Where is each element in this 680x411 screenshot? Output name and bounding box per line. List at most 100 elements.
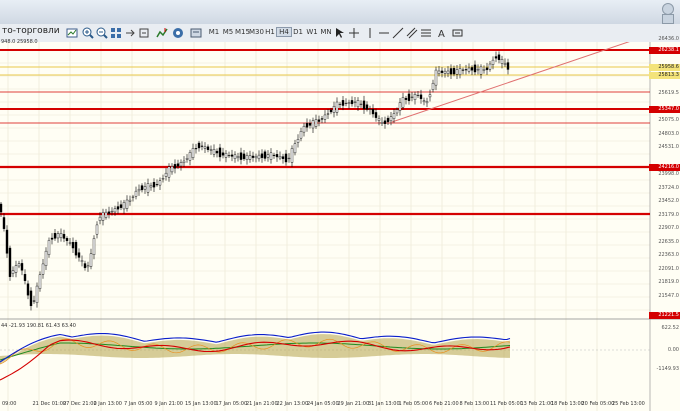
candle-body bbox=[104, 211, 108, 218]
candle-body bbox=[377, 118, 381, 121]
candle-body bbox=[284, 153, 288, 163]
zoom-out-icon[interactable] bbox=[96, 27, 108, 39]
candle-body bbox=[95, 224, 99, 235]
candle-body bbox=[239, 152, 243, 160]
new-chart-icon[interactable] bbox=[66, 27, 78, 39]
candle-body bbox=[347, 102, 351, 104]
vertical-line-icon[interactable] bbox=[364, 27, 376, 39]
price-label: 22635.0 bbox=[658, 238, 679, 245]
price-label: 23998.0 bbox=[658, 171, 679, 177]
time-label: 9 Jan 21:00 bbox=[154, 401, 183, 407]
templates-icon[interactable] bbox=[190, 27, 202, 39]
candle-body bbox=[44, 250, 48, 266]
candle-body bbox=[167, 166, 171, 178]
tile-windows-icon[interactable] bbox=[110, 27, 122, 39]
candle-body bbox=[344, 102, 348, 104]
candle-body bbox=[311, 120, 315, 129]
candle-body bbox=[101, 212, 105, 221]
candle-body bbox=[0, 203, 3, 213]
price-label: 21819.0 bbox=[658, 279, 679, 285]
candle-body bbox=[488, 63, 492, 70]
price-label: 24531.0 bbox=[658, 144, 679, 150]
candle-body bbox=[11, 270, 15, 274]
candle-body bbox=[173, 164, 177, 169]
candle-body bbox=[86, 265, 90, 268]
time-label: 25 Feb 13:00 bbox=[612, 401, 645, 407]
candle-body bbox=[494, 56, 498, 59]
restore-icon[interactable] bbox=[662, 14, 674, 24]
scroll-icon[interactable] bbox=[124, 27, 136, 39]
time-label: 15 Jan 13:00 bbox=[185, 401, 217, 407]
candle-body bbox=[113, 208, 117, 213]
candle-body bbox=[122, 202, 126, 210]
price-label: 25958.6 bbox=[649, 64, 680, 71]
price-label: 21547.0 bbox=[658, 292, 679, 299]
time-label: 18 Feb 13:00 bbox=[551, 401, 584, 407]
time-label: 13 Feb 21:00 bbox=[520, 401, 554, 407]
price-label: 24803.0 bbox=[658, 130, 679, 137]
candle-body bbox=[119, 204, 123, 208]
candle-body bbox=[32, 300, 36, 302]
chart-window[interactable]: 948.0 25958.0 44 -21.93 190.81 61.43 63.… bbox=[0, 36, 680, 411]
trendline-icon[interactable] bbox=[392, 27, 404, 39]
candle-body bbox=[152, 182, 156, 188]
horizontal-line-icon[interactable] bbox=[378, 27, 390, 39]
candle-body bbox=[89, 253, 93, 267]
candle-body bbox=[197, 142, 201, 149]
time-label: 27 Dec 21:00 bbox=[63, 401, 97, 407]
crosshair-icon[interactable] bbox=[348, 27, 360, 39]
candle-body bbox=[368, 108, 372, 110]
candle-body bbox=[38, 274, 42, 289]
candle-body bbox=[155, 184, 159, 186]
candle-body bbox=[503, 63, 507, 65]
candle-body bbox=[416, 94, 420, 96]
candle-body bbox=[245, 155, 249, 160]
candle-body bbox=[290, 148, 294, 163]
label-icon[interactable] bbox=[452, 27, 464, 39]
candle-body bbox=[224, 153, 228, 158]
candle-body bbox=[71, 242, 75, 249]
time-label: 31 Jan 13:00 bbox=[368, 401, 400, 407]
price-label: 25619.5 bbox=[658, 90, 679, 96]
autoscroll-icon[interactable] bbox=[138, 27, 150, 39]
candle-body bbox=[389, 116, 393, 122]
candle-body bbox=[362, 100, 366, 110]
candle-body bbox=[308, 122, 312, 126]
price-chart[interactable] bbox=[0, 42, 680, 411]
text-icon[interactable]: A bbox=[436, 27, 448, 39]
zoom-in-icon[interactable] bbox=[82, 27, 94, 39]
candle-body bbox=[320, 118, 324, 120]
candle-body bbox=[266, 154, 270, 158]
candle-body bbox=[452, 68, 456, 75]
time-label: 21 Jan 21:00 bbox=[246, 401, 278, 407]
candle-body bbox=[98, 216, 102, 221]
indicators-icon[interactable] bbox=[156, 27, 168, 39]
candle-body bbox=[371, 109, 375, 115]
candle-body bbox=[137, 188, 141, 192]
candle-body bbox=[158, 180, 162, 186]
candle-body bbox=[506, 62, 510, 70]
candle-body bbox=[497, 54, 501, 60]
candle-body bbox=[323, 114, 327, 120]
candle-body bbox=[470, 67, 474, 71]
timeframe-mn[interactable]: MN bbox=[318, 27, 334, 37]
candle-body bbox=[116, 206, 120, 210]
periods-icon[interactable] bbox=[172, 27, 184, 39]
time-label: 09:00 bbox=[2, 401, 17, 407]
candle-body bbox=[218, 147, 222, 158]
main-toolbar: то-торговли M1 M5 M15 M30 H1 H4 D1 W1 MN A bbox=[0, 24, 680, 43]
cursor-icon[interactable] bbox=[334, 27, 346, 39]
price-label: 26436.0 bbox=[658, 36, 679, 42]
candle-body bbox=[107, 211, 111, 214]
channel-icon[interactable] bbox=[406, 27, 418, 39]
fibo-icon[interactable] bbox=[420, 27, 432, 39]
candle-body bbox=[125, 199, 129, 209]
price-label: 23179.0 bbox=[658, 211, 679, 218]
candle-body bbox=[236, 156, 240, 159]
candle-body bbox=[443, 70, 447, 74]
candle-body bbox=[440, 70, 444, 73]
candle-body bbox=[176, 163, 180, 167]
candle-body bbox=[413, 94, 417, 100]
candle-body bbox=[437, 70, 441, 74]
candle-body bbox=[14, 265, 18, 273]
